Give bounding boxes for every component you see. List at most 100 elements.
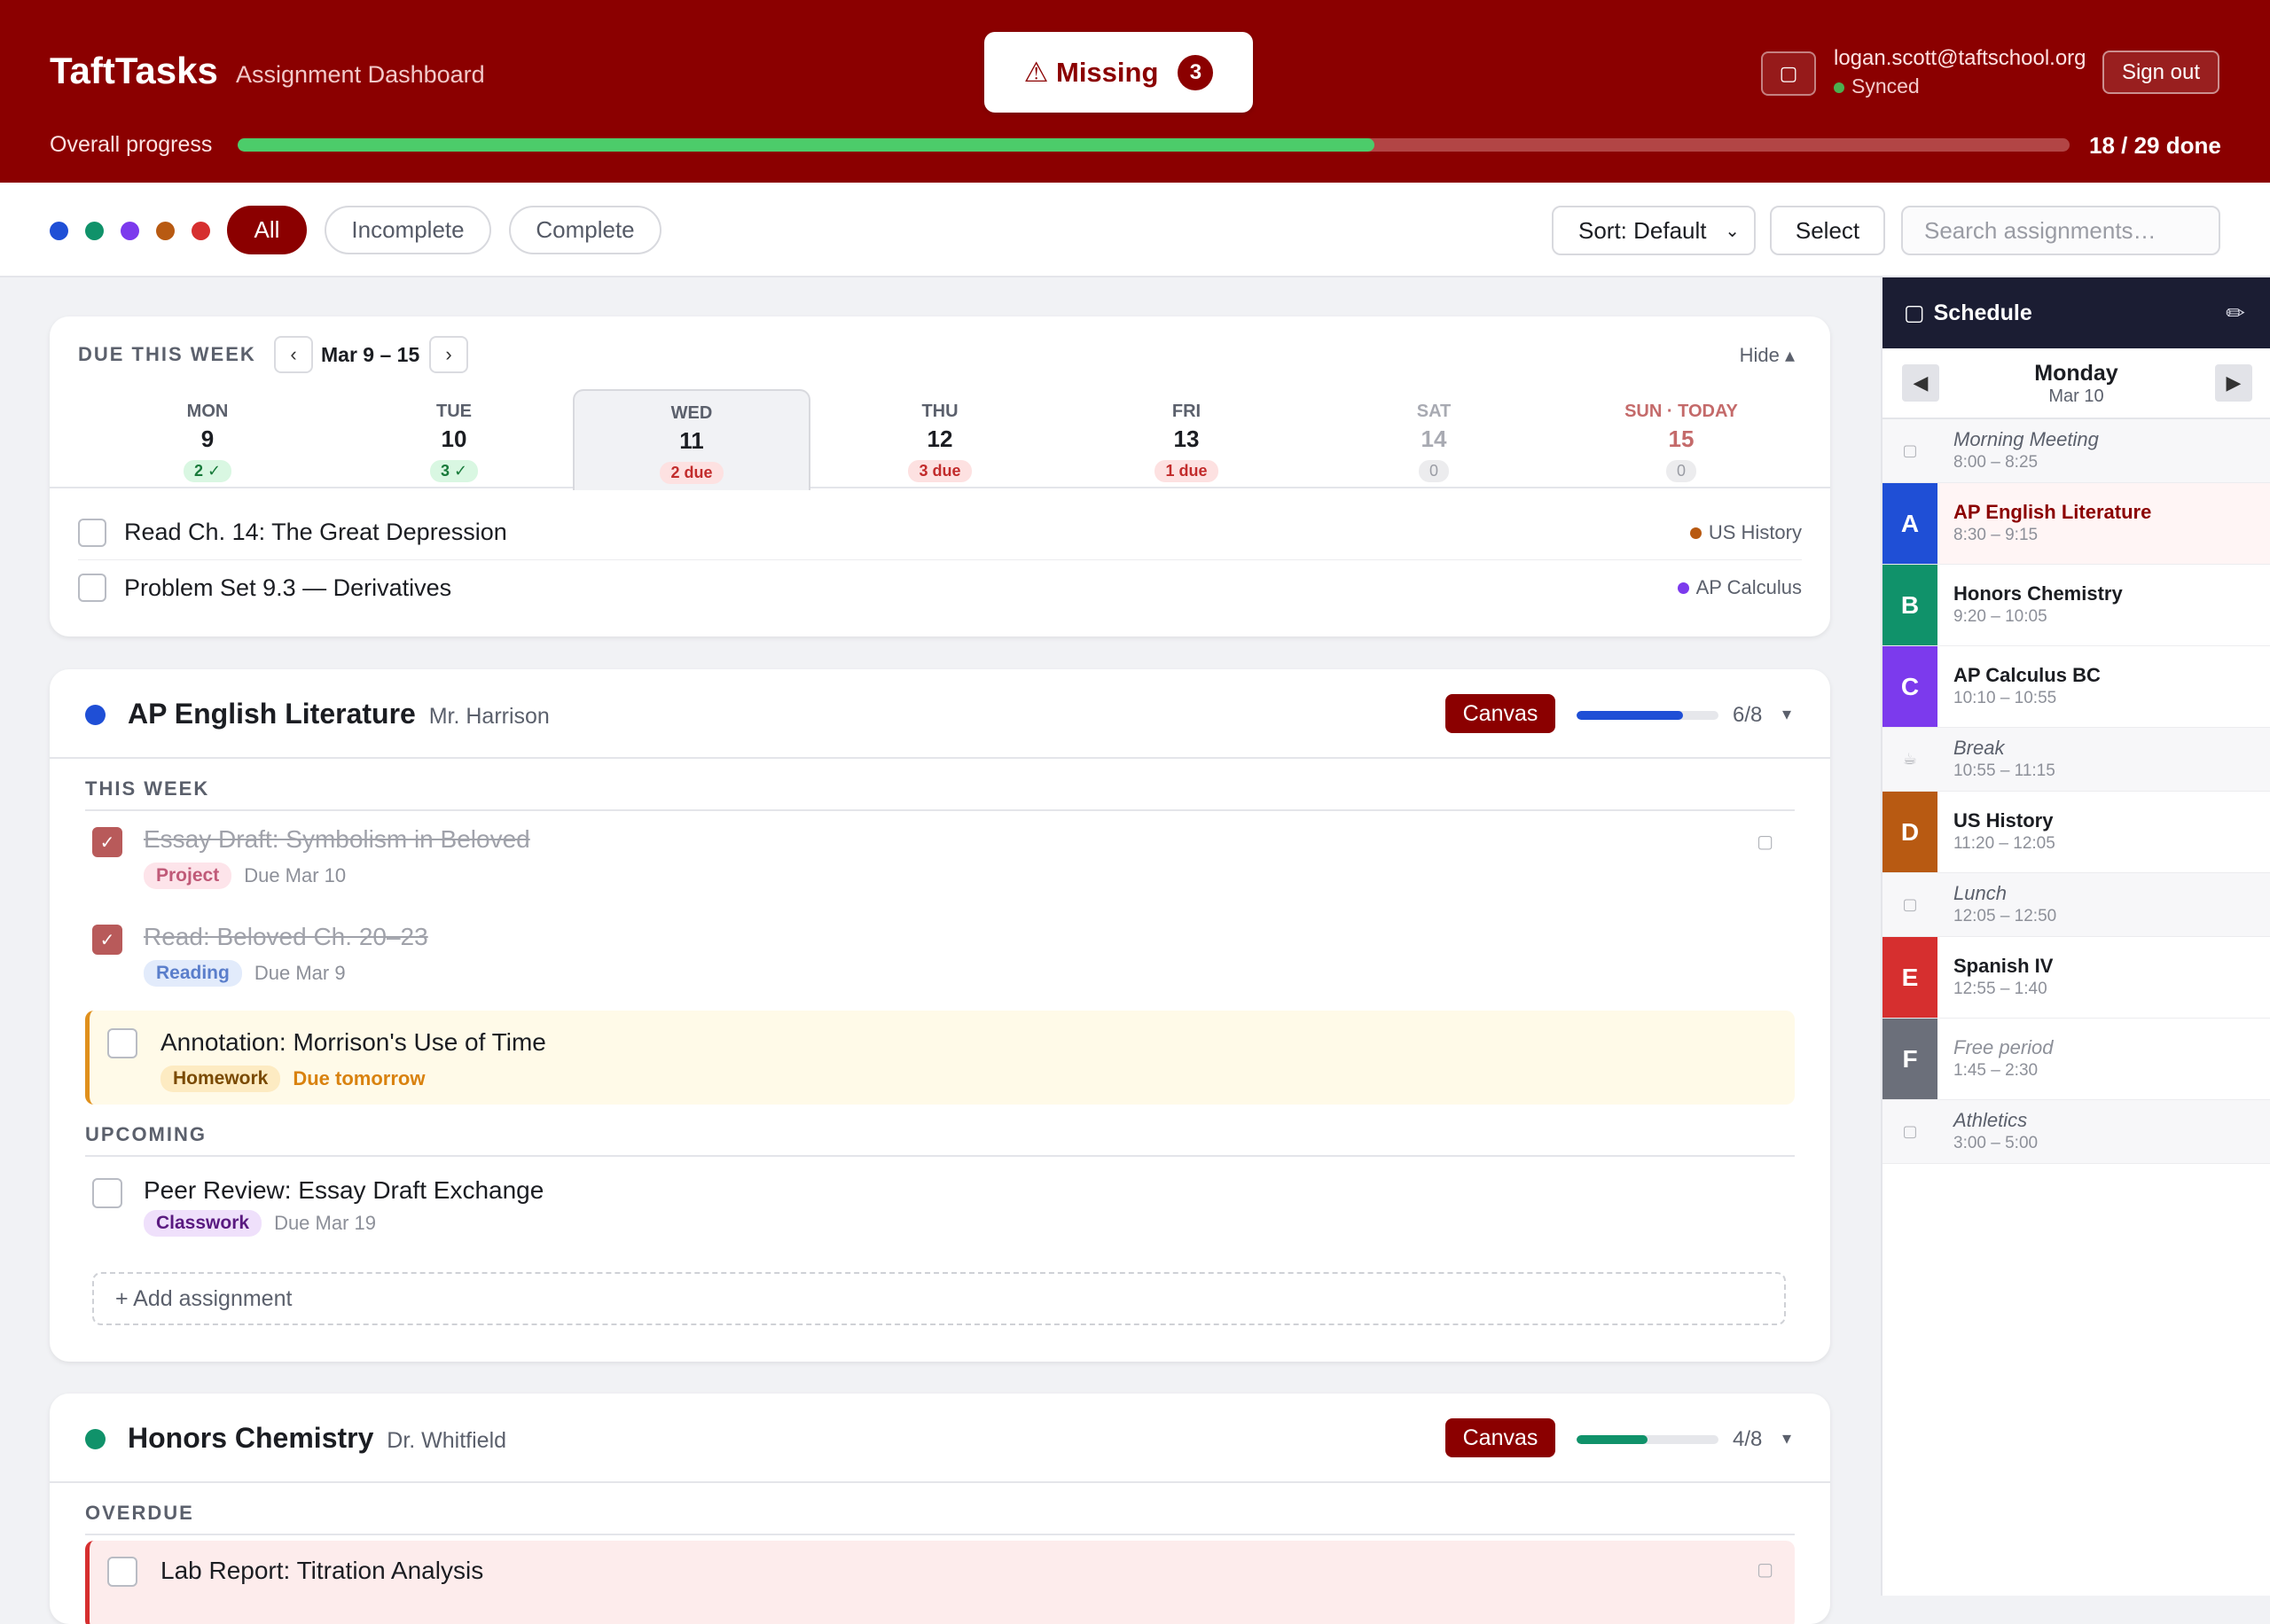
item-checkbox[interactable] bbox=[107, 1028, 137, 1058]
day-sun-today[interactable]: SUN · TODAY 15 0 bbox=[1562, 389, 1800, 488]
week-item-title: Problem Set 9.3 — Derivatives bbox=[124, 574, 452, 601]
day-name: MON bbox=[186, 402, 229, 421]
collapse-chevron-icon[interactable]: ▾ bbox=[1782, 1427, 1791, 1449]
schedule-prev-button[interactable]: ◀ bbox=[1902, 364, 1939, 402]
assignment-title: Annotation: Morrison's Use of Time bbox=[160, 1028, 546, 1056]
assignment-item-overdue[interactable]: Lab Report: Titration Analysis ▢ bbox=[85, 1541, 1795, 1624]
period-c[interactable]: C AP Calculus BC 10:10 – 10:55 bbox=[1883, 646, 2270, 728]
schedule-next-button[interactable]: ▶ bbox=[2215, 364, 2252, 402]
due-date: Due Mar 10 bbox=[244, 864, 347, 886]
course-header[interactable]: Honors Chemistry Dr. Whitfield Canvas 4/… bbox=[50, 1394, 1830, 1483]
week-item[interactable]: Problem Set 9.3 — Derivatives AP Calculu… bbox=[78, 560, 1802, 615]
note-icon[interactable]: ▢ bbox=[1757, 1558, 1773, 1581]
item-checkbox[interactable] bbox=[92, 1178, 122, 1208]
select-button[interactable]: Select bbox=[1770, 206, 1885, 255]
athletics-icon: ▢ bbox=[1902, 1122, 1918, 1140]
day-tue[interactable]: TUE 10 3 ✓ bbox=[335, 389, 573, 488]
assignment-item[interactable]: ✓ Read: Beloved Ch. 20–23 Reading Due Mar… bbox=[85, 917, 1795, 992]
week-item[interactable]: Read Ch. 14: The Great Depression US His… bbox=[78, 505, 1802, 560]
period-f[interactable]: F Free period 1:45 – 2:30 bbox=[1883, 1019, 2270, 1100]
day-date: 9 bbox=[200, 426, 215, 452]
assignment-title: Lab Report: Titration Analysis bbox=[160, 1557, 484, 1584]
missing-button[interactable]: ⚠ Missing 3 bbox=[984, 32, 1253, 113]
sign-out-button[interactable]: Sign out bbox=[2102, 51, 2219, 94]
schedule-day-nav: ◀ Monday Mar 10 ▶ bbox=[1883, 348, 2270, 419]
item-checkbox[interactable]: ✓ bbox=[92, 827, 122, 857]
day-name: SAT bbox=[1416, 402, 1452, 421]
course-card-chemistry: Honors Chemistry Dr. Whitfield Canvas 4/… bbox=[50, 1394, 1830, 1624]
section-overdue: OVERDUE bbox=[85, 1502, 1795, 1535]
assignment-item[interactable]: Peer Review: Essay Draft Exchange Classw… bbox=[85, 1171, 1795, 1242]
canvas-button[interactable]: Canvas bbox=[1445, 694, 1555, 733]
course-filter-dot-history[interactable] bbox=[156, 222, 175, 240]
item-checkbox[interactable] bbox=[78, 574, 106, 602]
period-time: 1:45 – 2:30 bbox=[1953, 1061, 2039, 1080]
period-e[interactable]: E Spanish IV 12:55 – 1:40 bbox=[1883, 937, 2270, 1019]
page-subtitle: Assignment Dashboard bbox=[236, 61, 485, 88]
pencil-icon[interactable]: ✏ bbox=[2226, 300, 2245, 327]
canvas-button[interactable]: Canvas bbox=[1445, 1418, 1555, 1457]
item-checkbox[interactable] bbox=[78, 518, 106, 547]
day-fri[interactable]: FRI 13 1 due bbox=[1068, 389, 1305, 488]
search-input[interactable]: Search assignments… bbox=[1901, 206, 2220, 255]
chevron-down-icon: ⌄ bbox=[1725, 222, 1740, 241]
course-filter-dot-english[interactable] bbox=[50, 222, 68, 240]
course-filter-dot-chemistry[interactable] bbox=[85, 222, 104, 240]
day-thu[interactable]: THU 12 3 due bbox=[821, 389, 1059, 488]
filter-all[interactable]: All bbox=[227, 206, 307, 254]
add-assignment-button[interactable]: + Add assignment bbox=[92, 1272, 1786, 1325]
week-next-button[interactable]: › bbox=[429, 336, 468, 373]
course-header[interactable]: AP English Literature Mr. Harrison Canva… bbox=[50, 669, 1830, 759]
item-checkbox[interactable]: ✓ bbox=[92, 925, 122, 955]
period-letter: B bbox=[1883, 565, 1937, 645]
course-filter-dot-calculus[interactable] bbox=[121, 222, 139, 240]
period-d[interactable]: D US History 11:20 – 12:05 bbox=[1883, 792, 2270, 873]
period-morning-meeting[interactable]: ▢ Morning Meeting 8:00 – 8:25 bbox=[1883, 419, 2270, 483]
day-mon[interactable]: MON 9 2 ✓ bbox=[89, 389, 326, 488]
period-name: Free period bbox=[1953, 1036, 2054, 1058]
overall-progress-fill bbox=[238, 138, 1375, 152]
course-dot-icon bbox=[1689, 527, 1702, 539]
hide-week-button[interactable]: Hide ▴ bbox=[1740, 344, 1795, 367]
overall-progress-count: 18 / 29 done bbox=[2089, 132, 2221, 159]
period-a[interactable]: A AP English Literature 8:30 – 9:15 bbox=[1883, 483, 2270, 565]
week-prev-button[interactable]: ‹ bbox=[274, 336, 313, 373]
notifications-button[interactable]: ▢ bbox=[1761, 51, 1816, 96]
course-progress-bar bbox=[1577, 1435, 1718, 1444]
course-filter-dot-spanish[interactable] bbox=[192, 222, 210, 240]
course-title: Honors Chemistry Dr. Whitfield bbox=[128, 1422, 506, 1455]
period-b[interactable]: B Honors Chemistry 9:20 – 10:05 bbox=[1883, 565, 2270, 646]
period-athletics[interactable]: ▢ Athletics 3:00 – 5:00 bbox=[1883, 1100, 2270, 1164]
collapse-chevron-icon[interactable]: ▾ bbox=[1782, 703, 1791, 725]
note-icon[interactable]: ▢ bbox=[1757, 831, 1773, 853]
period-name: Spanish IV bbox=[1953, 955, 2054, 977]
section-this-week: THIS WEEK bbox=[85, 777, 1795, 811]
day-sat[interactable]: SAT 14 0 bbox=[1315, 389, 1553, 488]
day-date: 13 bbox=[1173, 426, 1200, 452]
day-name: FRI bbox=[1171, 402, 1202, 421]
period-lunch[interactable]: ▢ Lunch 12:05 – 12:50 bbox=[1883, 873, 2270, 937]
day-date: 12 bbox=[927, 426, 953, 452]
assignment-item[interactable]: ✓ Essay Draft: Symbolism in Beloved Proj… bbox=[85, 820, 1795, 894]
filter-complete[interactable]: Complete bbox=[509, 206, 661, 254]
course-progress-fill bbox=[1577, 1435, 1648, 1444]
period-letter: D bbox=[1883, 792, 1937, 872]
course-progress-bar bbox=[1577, 711, 1718, 720]
filter-incomplete[interactable]: Incomplete bbox=[325, 206, 491, 254]
period-name: Break bbox=[1953, 737, 2005, 759]
schedule-day: Monday bbox=[2034, 361, 2118, 386]
assignment-meta: Reading Due Mar 9 bbox=[144, 960, 346, 987]
period-name: AP English Literature bbox=[1953, 501, 2152, 523]
item-checkbox[interactable] bbox=[107, 1557, 137, 1587]
period-letter: A bbox=[1883, 483, 1937, 564]
period-name: Lunch bbox=[1953, 882, 2007, 904]
day-badge: 0 bbox=[1665, 460, 1696, 482]
sort-select[interactable]: Sort: Default ⌄ bbox=[1552, 206, 1756, 255]
period-break[interactable]: ☕ Break 10:55 – 11:15 bbox=[1883, 728, 2270, 792]
assignment-item-due-soon[interactable]: Annotation: Morrison's Use of Time Homew… bbox=[85, 1011, 1795, 1105]
period-time: 3:00 – 5:00 bbox=[1953, 1134, 2039, 1152]
day-name: THU bbox=[921, 402, 959, 421]
course-teacher: Dr. Whitfield bbox=[387, 1428, 507, 1453]
course-name: Honors Chemistry bbox=[128, 1422, 374, 1454]
day-wed[interactable]: WED 11 2 due bbox=[573, 389, 810, 490]
